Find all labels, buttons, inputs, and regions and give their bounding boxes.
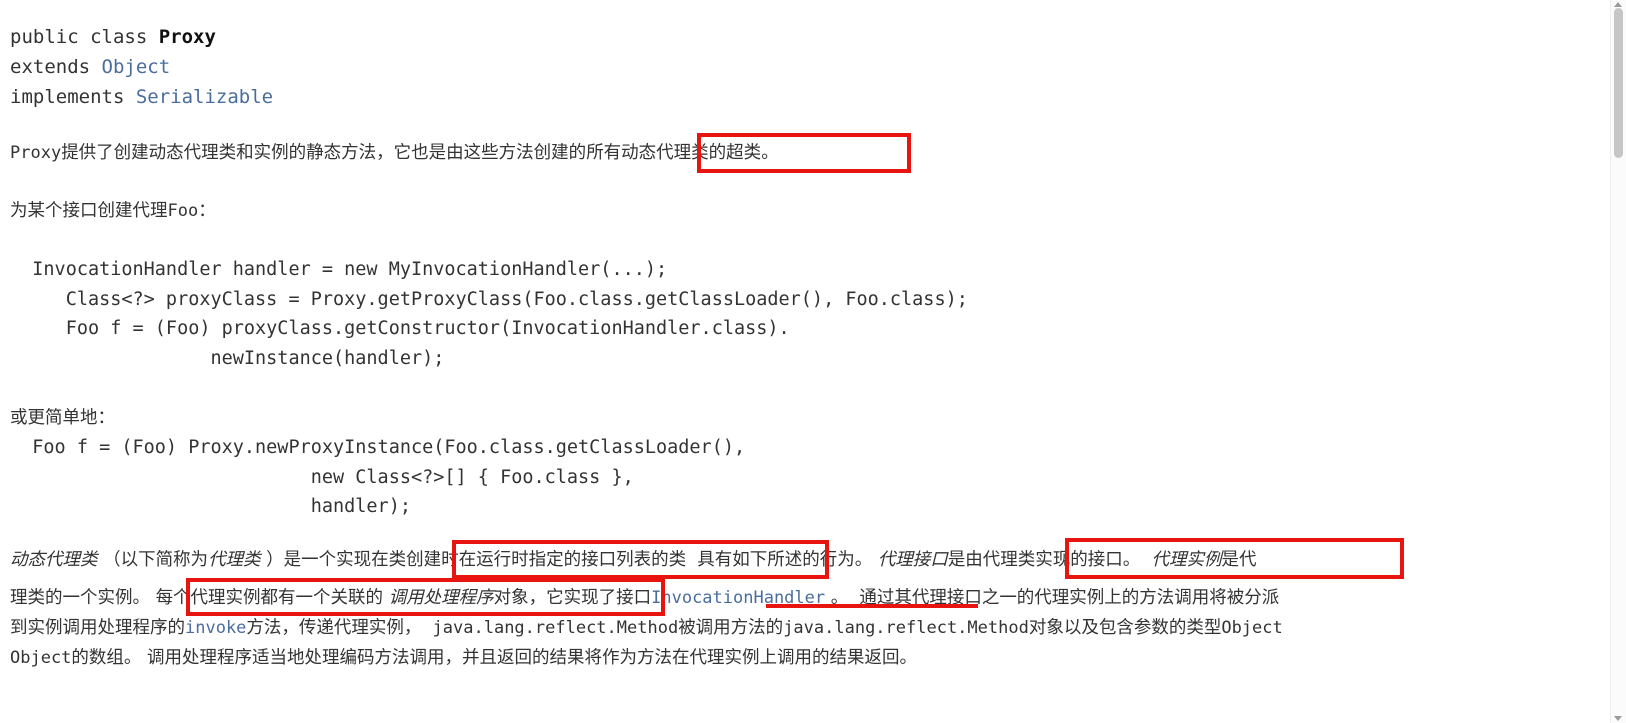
term-invocation-handler: 调用处理程序 — [388, 588, 494, 608]
scrollbar-thumb[interactable] — [1614, 8, 1623, 158]
code-line-2: Class<?> proxyClass = Proxy.getProxyClas… — [10, 288, 968, 310]
bp-l1-g: 是代 — [1221, 550, 1257, 570]
bp-l3-mono2: java.lang.reflect.Method — [783, 618, 1029, 638]
code-block-getproxyclass: InvocationHandler handler = new MyInvoca… — [10, 255, 968, 373]
simpler-label: 或更简单地： — [10, 408, 115, 428]
bp-l4-a: 的数组。 调用处理程序适当地处理编码方法调用，并且返回的结果将作为方法在代理实例… — [71, 648, 917, 668]
bp-l3-c: 被调用方法的 — [678, 618, 784, 638]
keyword-extends: extends — [10, 56, 102, 78]
term-proxy-class: 代理类 — [208, 550, 261, 570]
bp-l3-d: 对象以及包含参数的类型 — [1028, 618, 1222, 638]
bp-l4-mono: Object — [10, 648, 72, 668]
scroll-down-arrow-icon[interactable] — [1614, 716, 1622, 721]
create-proxy-label: 为某个接口创建代理Foo： — [10, 196, 216, 226]
bp-l1-highlight2-rest: 是由代理类实现的接口。 — [947, 550, 1141, 570]
link-object[interactable]: Object — [102, 56, 171, 78]
class-declaration-line: public class Proxy — [10, 22, 216, 52]
vertical-scrollbar[interactable] — [1610, 0, 1626, 723]
scroll-up-arrow-icon[interactable] — [1614, 2, 1622, 7]
create-proxy-text: 为某个接口创建代理 — [10, 201, 168, 221]
bp-l1-d: ）是一个实现 — [260, 550, 372, 570]
bp-l2-b: 它实现了接口 — [546, 588, 652, 608]
bp-l1-highlight1: 在类创建时在运行时指定的接口列表的类 — [371, 550, 687, 570]
code2-line-3: handler); — [10, 496, 411, 517]
create-proxy-colon: ： — [198, 201, 216, 221]
implements-line: implements Serializable — [10, 82, 273, 112]
keyword-implements: implements — [10, 86, 136, 108]
bp-l3-mono3: Object — [1221, 618, 1283, 638]
extends-line: extends Object — [10, 52, 170, 82]
bp-l2-highlight-a: 每个代理实例都有一个关联的 — [155, 588, 389, 608]
bp-l1-e: 具有如下所述的行为。 — [686, 550, 878, 570]
code-line-4: newInstance(handler); — [10, 347, 445, 369]
create-proxy-foo-token: Foo — [167, 201, 199, 221]
code2-line-2: new Class<?>[] { Foo.class }, — [10, 466, 634, 488]
intro-highlighted-text: 所有动态代理类的超类 — [586, 143, 762, 163]
bp-l3-a: 到实例调用处理程序的 — [10, 618, 185, 638]
body-paragraph-line-2: 理类的一个实例。 每个代理实例都有一个关联的 调用处理程序对象，它实现了接口In… — [10, 583, 1279, 613]
term-proxy-instance: 代理实例 — [1151, 550, 1222, 570]
intro-paragraph: Proxy提供了创建动态代理类和实例的静态方法，它也是由这些方法创建的所有动态代… — [10, 138, 779, 168]
bp-l3-mono1: java.lang.reflect.Method — [432, 618, 679, 638]
document-page: public class Proxy extends Object implem… — [0, 0, 1626, 723]
term-proxy-interface: 代理接口 — [877, 550, 948, 570]
class-name-proxy: Proxy — [158, 26, 216, 48]
link-serializable[interactable]: Serializable — [136, 86, 273, 108]
body-paragraph-line-1: 动态代理类 （以下简称为代理类 ）是一个实现在类创建时在运行时指定的接口列表的类… — [10, 545, 1256, 575]
body-paragraph-line-4: Object的数组。 调用处理程序适当地处理编码方法调用，并且返回的结果将作为方… — [10, 643, 917, 673]
link-invoke[interactable]: invoke — [185, 618, 246, 638]
term-dynamic-proxy-class: 动态代理类 — [10, 550, 98, 570]
bp-l1-b: （以下简称为 — [97, 550, 209, 570]
bp-l2-highlight-c: 对象， — [493, 588, 547, 608]
bp-l2-a: 理类的一个实例。 — [10, 588, 156, 608]
intro-proxy-token: Proxy — [10, 143, 62, 163]
code2-line-1: Foo f = (Foo) Proxy.newProxyInstance(Foo… — [10, 437, 746, 458]
bp-l2-c: 。 通过其代理接口之一的代理实例上的方法调用将被分派 — [825, 588, 1280, 608]
bp-l3-b: 方法，传递代理实例， — [246, 618, 433, 638]
code-block-newproxyinstance: Foo f = (Foo) Proxy.newProxyInstance(Foo… — [10, 433, 745, 522]
body-paragraph-line-3: 到实例调用处理程序的invoke方法，传递代理实例， java.lang.ref… — [10, 613, 1283, 643]
link-invocationhandler[interactable]: InvocationHandler — [651, 588, 825, 608]
code-line-3: Foo f = (Foo) proxyClass.getConstructor(… — [10, 318, 790, 339]
code-line-1: InvocationHandler handler = new MyInvoca… — [10, 259, 668, 280]
intro-text: 提供了创建动态代理类和实例的静态方法，它也是由这些方法创建的 — [61, 143, 587, 163]
intro-period: 。 — [761, 143, 779, 163]
keyword-public-class: public class — [10, 26, 159, 48]
